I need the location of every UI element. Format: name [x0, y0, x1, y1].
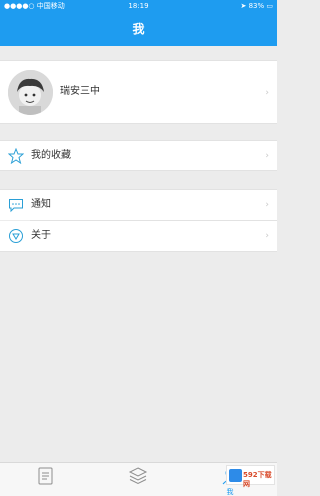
menu-item-favorites[interactable]: 我的收藏 ›	[0, 140, 277, 171]
shield-icon	[9, 229, 23, 243]
watermark-logo-icon	[229, 469, 242, 482]
tab-layers[interactable]	[92, 463, 184, 496]
chevron-right-icon: ›	[265, 151, 269, 161]
chevron-right-icon: ›	[265, 88, 269, 98]
top-bar: ●●●●○ 中国移动 18:19 ➤ 83% ▭ 我	[0, 0, 277, 46]
chat-bubble-icon	[9, 199, 23, 213]
notice-label: 通知	[31, 199, 51, 210]
battery-percent: 83%	[248, 2, 265, 10]
layers-icon	[128, 467, 148, 485]
document-icon	[38, 467, 53, 485]
avatar[interactable]	[8, 70, 53, 115]
menu-item-notice[interactable]: 通知 ›	[0, 189, 277, 220]
menu-item-about[interactable]: 关于 ›	[0, 221, 277, 252]
star-icon	[8, 148, 24, 164]
profile-name: 瑞安三中	[60, 86, 100, 97]
location-icon: ➤	[240, 2, 247, 10]
page-title: 我	[132, 22, 145, 36]
battery-icon: ▭	[266, 2, 273, 10]
status-time: 18:19	[128, 2, 149, 10]
battery-status: ➤ 83% ▭	[240, 0, 273, 12]
status-bar: ●●●●○ 中国移动 18:19 ➤ 83% ▭	[0, 0, 277, 12]
avatar-image	[8, 70, 53, 115]
tab-home[interactable]	[0, 463, 92, 496]
chevron-right-icon: ›	[265, 231, 269, 241]
watermark-text: 592下载网	[243, 471, 272, 488]
site-watermark: 592下载网	[226, 465, 275, 488]
favorites-label: 我的收藏	[31, 150, 71, 161]
about-label: 关于	[31, 230, 51, 241]
profile-row[interactable]: 瑞安三中 ›	[0, 60, 277, 124]
chevron-right-icon: ›	[265, 200, 269, 210]
